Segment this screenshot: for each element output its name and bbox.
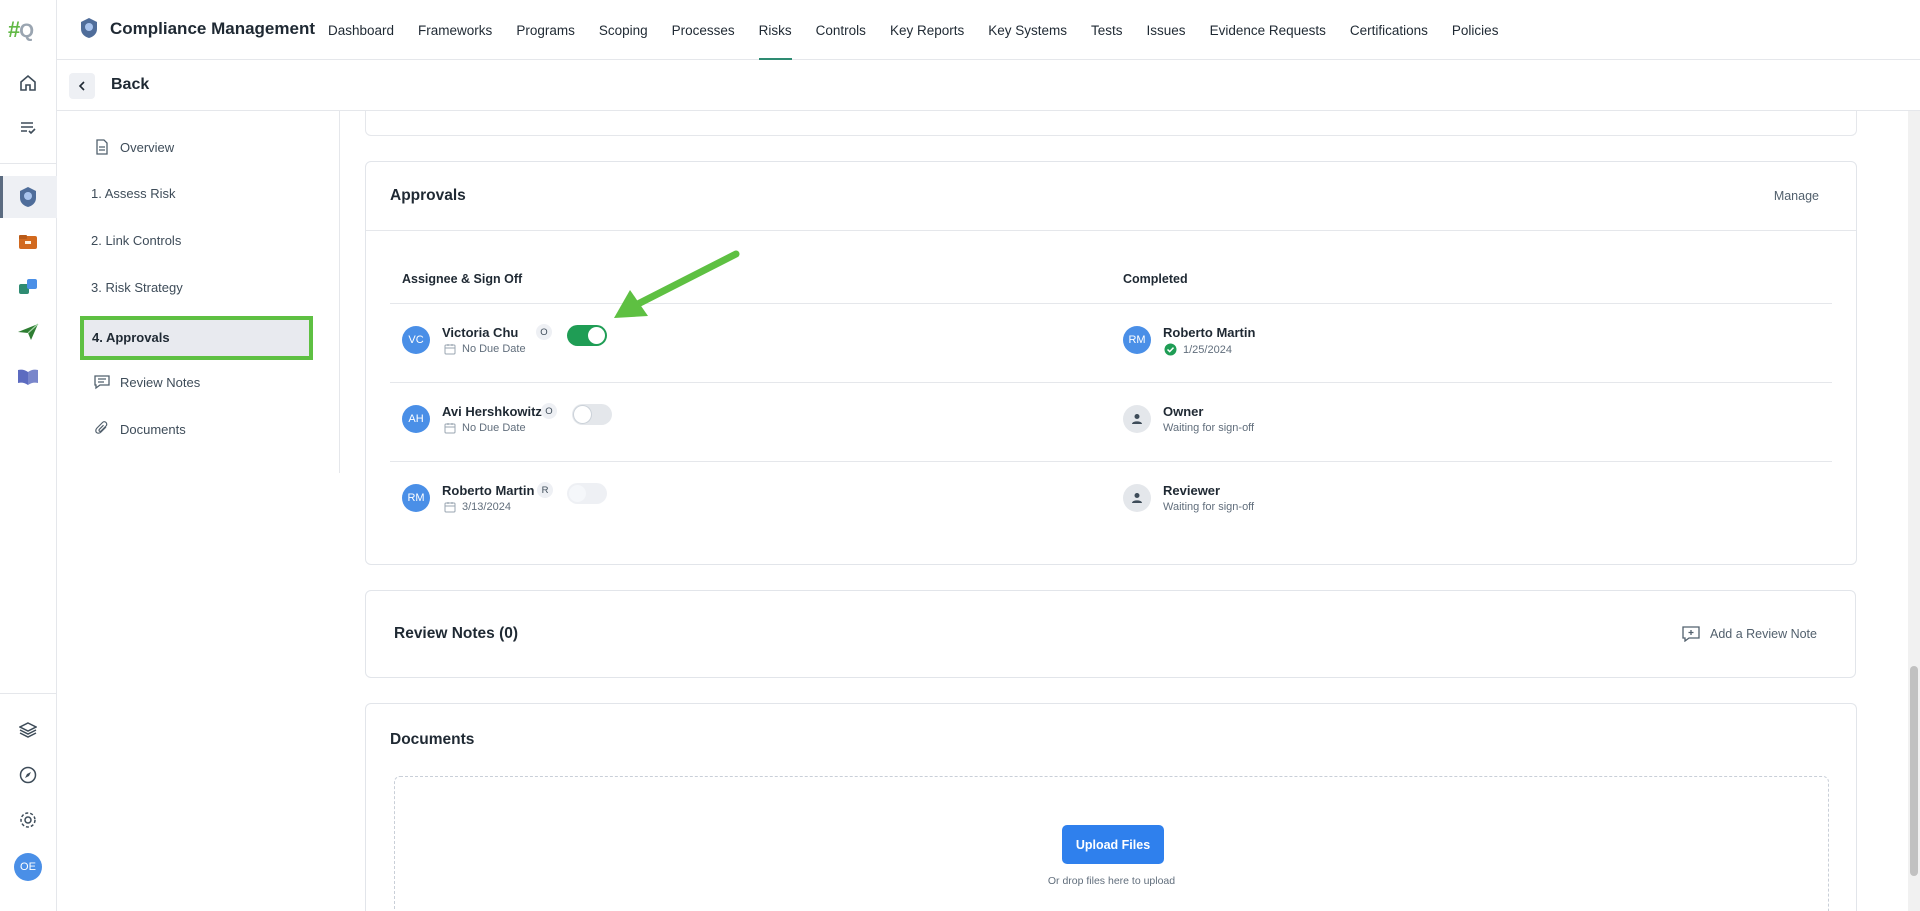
calendar-icon	[444, 422, 456, 434]
completed-role: Reviewer	[1163, 483, 1221, 498]
back-button[interactable]	[69, 73, 95, 99]
nav-tests[interactable]: Tests	[1091, 0, 1123, 60]
role-badge: R	[537, 482, 553, 498]
calendar-icon	[444, 343, 456, 355]
user-avatar[interactable]: OE	[14, 853, 42, 881]
nav-certifications[interactable]: Certifications	[1350, 0, 1428, 60]
sidenav-documents[interactable]: Documents	[93, 420, 186, 438]
nav-dashboard[interactable]: Dashboard	[328, 0, 394, 60]
review-notes-title: Review Notes (0)	[394, 625, 519, 642]
drop-hint: Or drop files here to upload	[1047, 875, 1176, 887]
nav-key-reports[interactable]: Key Reports	[890, 0, 964, 60]
brand-logo[interactable]: #Q	[8, 17, 34, 43]
previous-card-bottom	[365, 111, 1857, 136]
col-assignee: Assignee & Sign Off	[402, 272, 523, 286]
back-label[interactable]: Back	[111, 76, 149, 94]
home-icon[interactable]	[16, 71, 40, 95]
app-badge-icon	[79, 17, 99, 44]
sidenav-risk-strategy[interactable]: 3. Risk Strategy	[91, 280, 183, 295]
comment-icon	[93, 373, 111, 391]
assignee-avatar: AH	[402, 405, 430, 433]
role-badge: O	[536, 324, 552, 340]
paperclip-icon	[93, 420, 111, 438]
nav-evidence-requests[interactable]: Evidence Requests	[1210, 0, 1326, 60]
completed-avatar: RM	[1123, 326, 1151, 354]
assignee-avatar: VC	[402, 326, 430, 354]
scrollbar-thumb[interactable]	[1910, 666, 1918, 876]
nav-issues[interactable]: Issues	[1147, 0, 1186, 60]
completed-name: Roberto Martin	[1163, 325, 1256, 340]
col-completed: Completed	[1123, 272, 1188, 286]
chevron-left-icon	[78, 81, 85, 91]
top-bar: Compliance Management Dashboard Framewor…	[57, 0, 1920, 60]
assignee-avatar: RM	[402, 484, 430, 512]
approvals-card: Approvals Manage Assignee & Sign Off Com…	[365, 161, 1857, 565]
due-date: 3/13/2024	[444, 501, 511, 513]
nav-programs[interactable]: Programs	[516, 0, 575, 60]
compass-icon[interactable]	[16, 763, 40, 787]
sync-icon[interactable]	[16, 275, 40, 299]
signoff-toggle-disabled	[567, 483, 607, 504]
left-rail: #Q OE	[0, 0, 57, 911]
signoff-toggle[interactable]	[572, 404, 612, 425]
nav-processes[interactable]: Processes	[672, 0, 735, 60]
completed-status: Waiting for sign-off	[1163, 501, 1255, 513]
annotation-arrow-icon	[614, 250, 740, 318]
add-review-note-button[interactable]: Add a Review Note	[1682, 626, 1817, 642]
nav-key-systems[interactable]: Key Systems	[988, 0, 1067, 60]
calendar-icon	[444, 501, 456, 513]
nav-scoping[interactable]: Scoping	[599, 0, 648, 60]
sidenav-review-notes[interactable]: Review Notes	[93, 373, 200, 391]
document-icon	[93, 138, 111, 156]
documents-title: Documents	[390, 731, 475, 748]
person-placeholder-icon	[1123, 405, 1151, 433]
signoff-toggle[interactable]	[567, 325, 607, 346]
sidenav-link-controls[interactable]: 2. Link Controls	[91, 233, 181, 248]
upload-files-button[interactable]: Upload Files	[1062, 825, 1164, 864]
send-icon[interactable]	[16, 320, 40, 344]
review-notes-card: Review Notes (0) Add a Review Note	[365, 590, 1856, 678]
tasks-icon[interactable]	[16, 116, 40, 140]
manage-link[interactable]: Manage	[1774, 189, 1819, 203]
assignee-name: Avi Hershkowitz	[442, 404, 542, 419]
page-scrollbar[interactable]	[1908, 111, 1920, 911]
app-title: Compliance Management	[110, 19, 315, 38]
file-dropzone[interactable]: Upload Files Or drop files here to uploa…	[394, 776, 1829, 911]
due-date: No Due Date	[444, 422, 526, 434]
nav-risks[interactable]: Risks	[758, 0, 792, 60]
nav-frameworks[interactable]: Frameworks	[418, 0, 492, 60]
nav-controls[interactable]: Controls	[816, 0, 866, 60]
main-nav: Dashboard Frameworks Programs Scoping Pr…	[328, 0, 1498, 60]
assignee-name: Victoria Chu	[442, 325, 519, 340]
due-date: No Due Date	[444, 343, 526, 355]
section-nav: Overview 1. Assess Risk 2. Link Controls…	[57, 111, 340, 473]
folder-icon[interactable]	[16, 230, 40, 254]
book-icon[interactable]	[16, 365, 40, 389]
add-note-icon	[1682, 626, 1700, 642]
person-placeholder-icon	[1123, 484, 1151, 512]
approvals-title: Approvals	[390, 187, 466, 204]
completed-role: Owner	[1163, 404, 1204, 419]
sidenav-assess-risk[interactable]: 1. Assess Risk	[91, 186, 176, 201]
role-badge: O	[541, 403, 557, 419]
completed-status: Waiting for sign-off	[1163, 422, 1255, 434]
check-circle-icon	[1164, 343, 1177, 356]
assignee-name: Roberto Martin	[442, 483, 535, 498]
compliance-badge-icon[interactable]	[16, 185, 40, 209]
sidenav-approvals[interactable]: 4. Approvals	[80, 316, 313, 360]
sidenav-overview[interactable]: Overview	[93, 138, 174, 156]
learning-icon[interactable]	[16, 718, 40, 742]
completed-date: 1/25/2024	[1164, 343, 1232, 356]
documents-card: Documents Upload Files Or drop files her…	[365, 703, 1857, 911]
nav-policies[interactable]: Policies	[1452, 0, 1499, 60]
back-bar: Back	[57, 60, 1920, 111]
gear-icon[interactable]	[16, 808, 40, 832]
